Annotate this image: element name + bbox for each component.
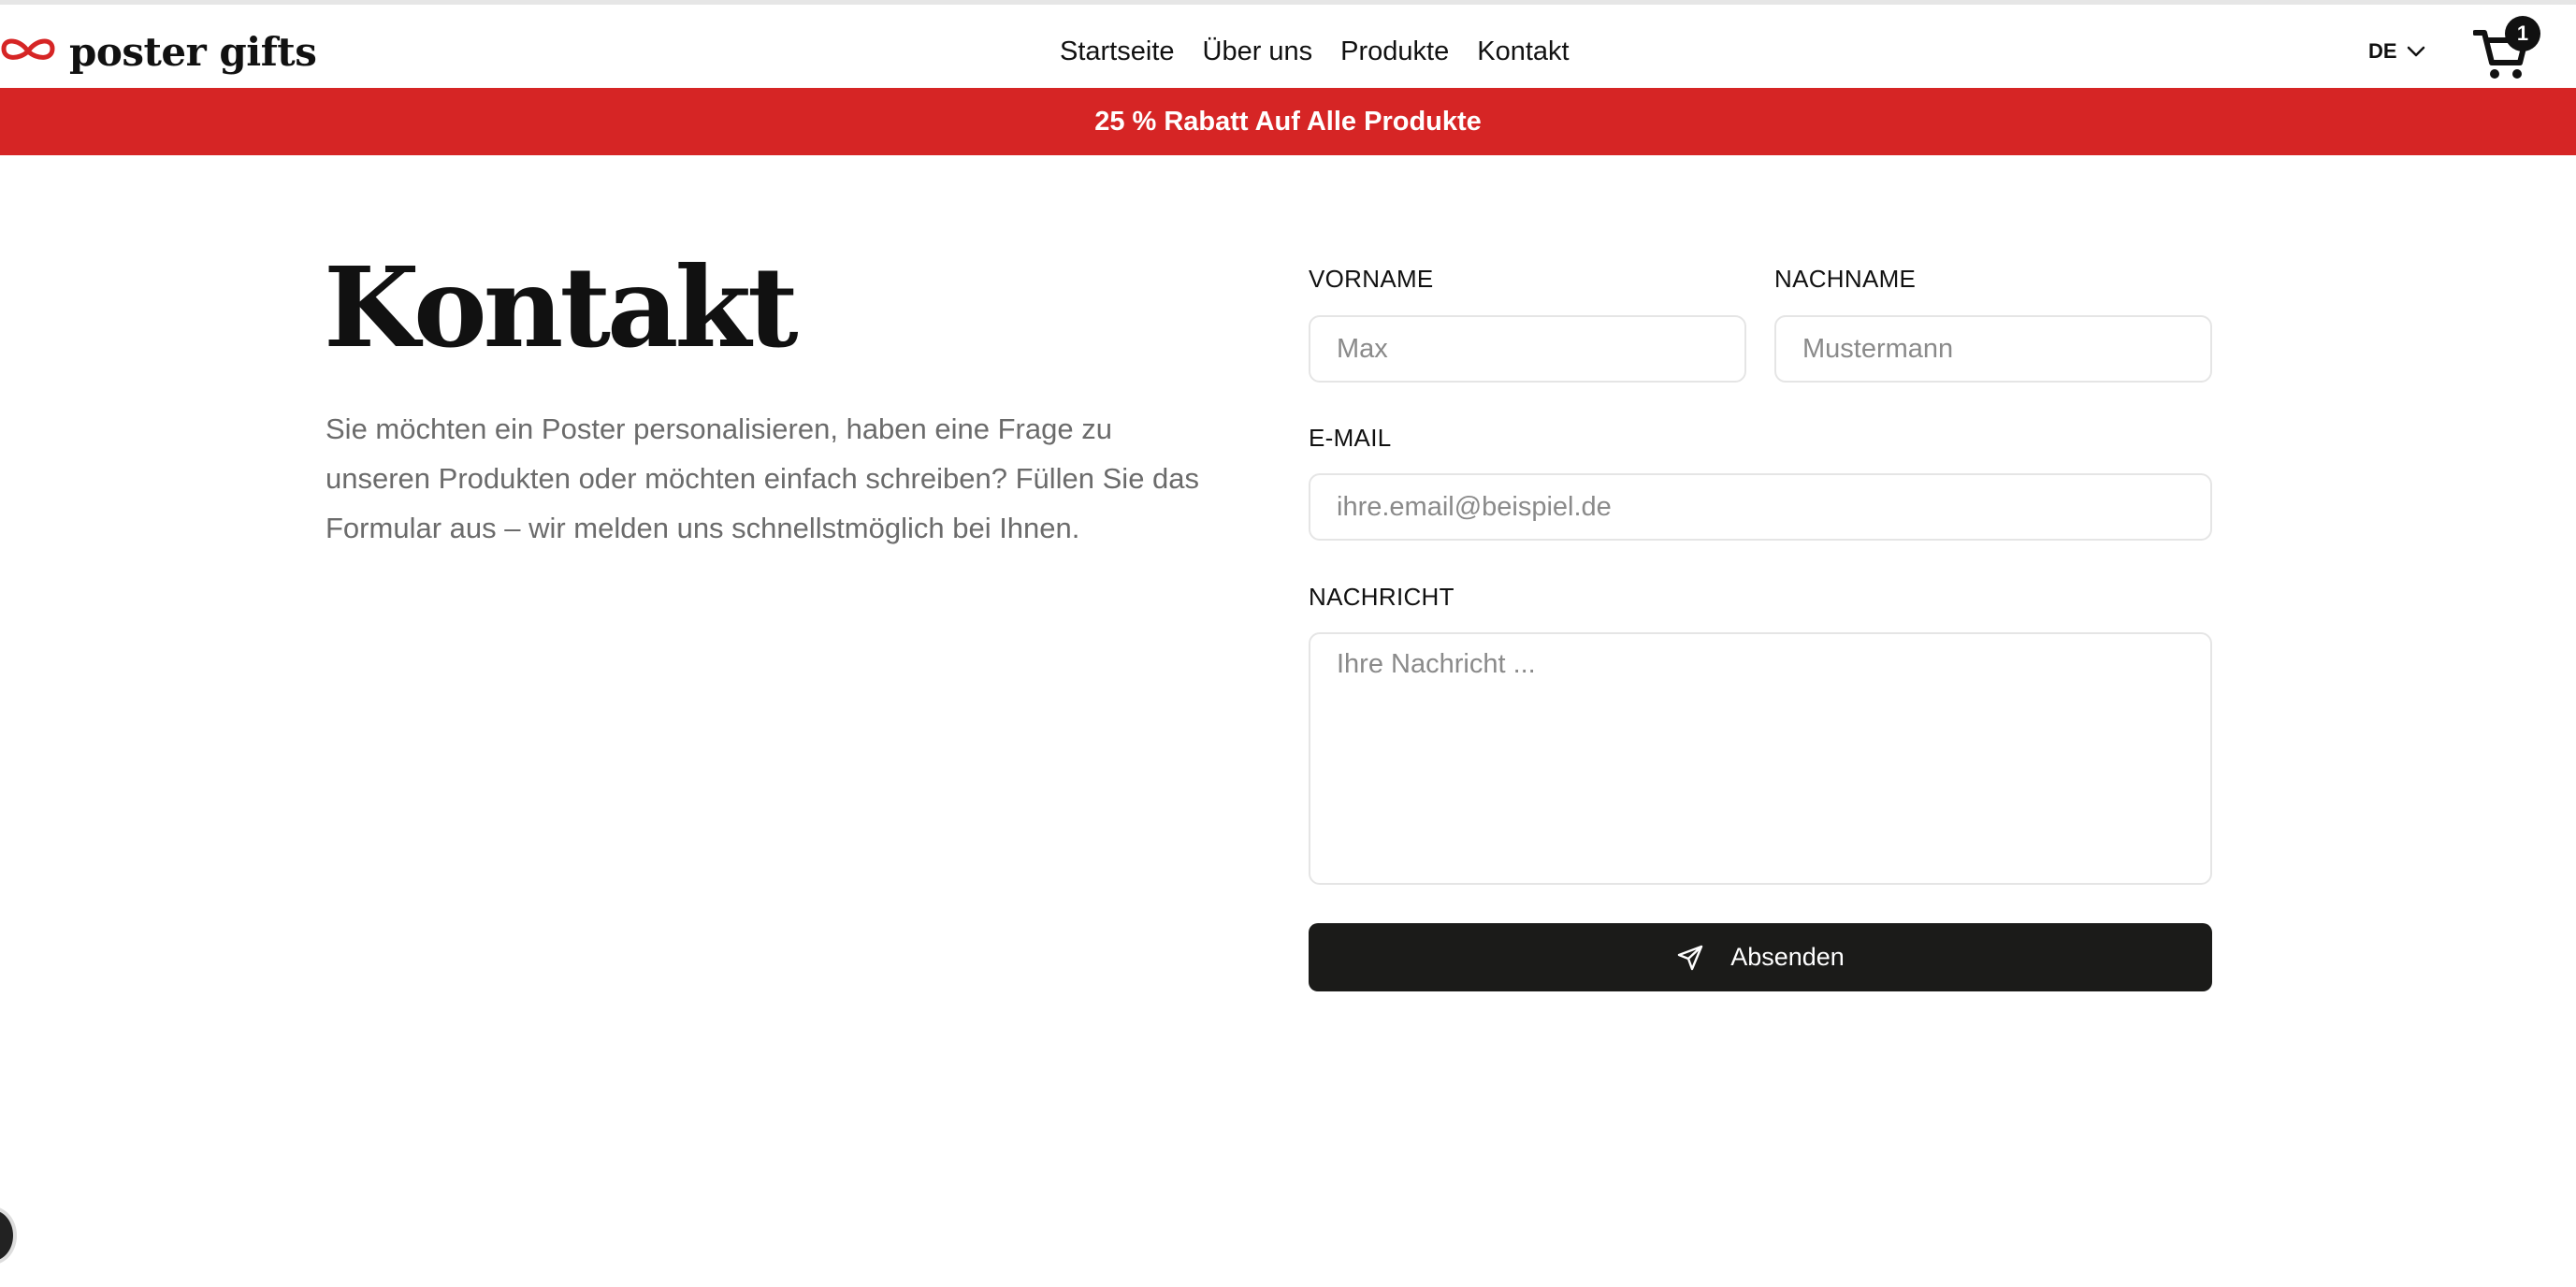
last-name-label: NACHNAME xyxy=(1774,265,1917,293)
message-label: NACHRICHT xyxy=(1309,583,1454,611)
intro-text: Sie möchten ein Poster personalisieren, … xyxy=(326,412,1200,544)
message-textarea[interactable] xyxy=(1309,632,2212,885)
promo-banner: 25 % Rabatt Auf Alle Produkte xyxy=(0,88,2576,155)
first-name-input[interactable] xyxy=(1309,315,1746,383)
logo-text: poster gifts xyxy=(69,28,317,75)
email-input[interactable] xyxy=(1309,473,2212,541)
chevron-down-icon xyxy=(2407,46,2424,57)
send-icon xyxy=(1677,945,1703,970)
nav-item-ueber-uns[interactable]: Über uns xyxy=(1203,36,1313,67)
cart-count-badge: 1 xyxy=(2505,16,2540,51)
nav-item-produkte[interactable]: Produkte xyxy=(1340,36,1449,67)
site-header: poster gifts Startseite Über uns Produkt… xyxy=(0,5,2576,88)
nav-item-kontakt[interactable]: Kontakt xyxy=(1477,36,1569,67)
submit-button[interactable]: Absenden xyxy=(1309,923,2212,991)
language-selector[interactable]: DE xyxy=(2368,33,2425,70)
site-logo[interactable]: poster gifts xyxy=(0,23,317,80)
promo-text: 25 % Rabatt Auf Alle Produkte xyxy=(1094,106,1482,137)
submit-label: Absenden xyxy=(1730,943,1845,971)
ribbon-bow-icon xyxy=(1,38,55,60)
floating-widget-button[interactable] xyxy=(0,1207,17,1265)
last-name-input[interactable] xyxy=(1774,315,2212,383)
email-label: E-MAIL xyxy=(1309,424,1392,452)
page-title: Kontakt xyxy=(324,242,799,372)
cart-button[interactable]: 1 xyxy=(2473,16,2542,81)
language-label: DE xyxy=(2368,39,2397,63)
first-name-label: VORNAME xyxy=(1309,265,1434,293)
main-nav: Startseite Über uns Produkte Kontakt xyxy=(1060,25,1570,78)
nav-item-startseite[interactable]: Startseite xyxy=(1060,36,1175,67)
